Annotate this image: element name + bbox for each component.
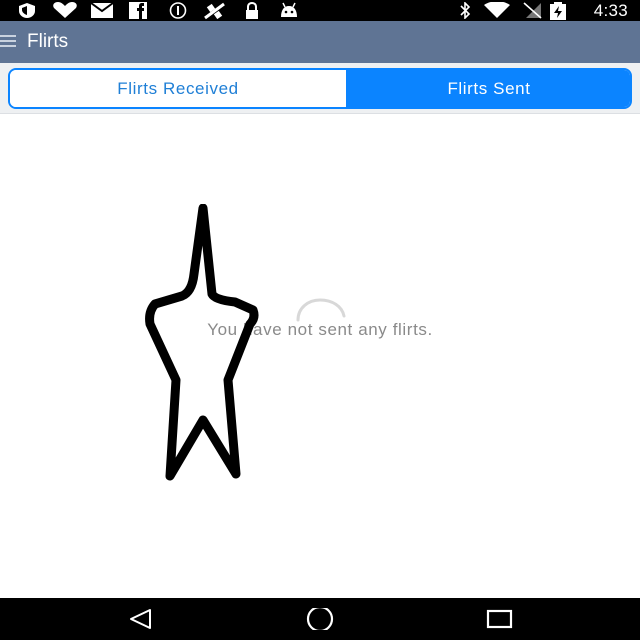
tab-strip: Flirts Received Flirts Sent — [0, 63, 640, 114]
navigation-bar — [0, 598, 640, 640]
tab-flirts-received[interactable]: Flirts Received — [10, 70, 346, 107]
page-title: Flirts — [27, 31, 69, 52]
back-icon[interactable] — [128, 608, 154, 630]
mail-icon — [90, 2, 114, 18]
recents-icon[interactable] — [486, 608, 514, 630]
status-bar: 4:33 — [0, 0, 640, 21]
hamburger-icon[interactable] — [0, 35, 16, 49]
app-bar: Flirts — [0, 21, 640, 63]
empty-state-message: You have not sent any flirts. — [0, 320, 640, 340]
wifi-icon — [484, 2, 510, 18]
shield-icon — [19, 3, 35, 18]
segmented-control: Flirts Received Flirts Sent — [8, 68, 632, 109]
facebook-icon — [129, 2, 147, 19]
heart-icon — [53, 2, 77, 18]
bluetooth-icon — [460, 2, 471, 19]
home-icon[interactable] — [305, 608, 335, 630]
satellite-icon — [204, 2, 225, 20]
flirts-list-area: You have not sent any flirts. — [0, 114, 640, 598]
clock: 4:33 — [593, 1, 628, 20]
no-signal-icon — [523, 2, 542, 19]
battery-charging-icon — [550, 2, 566, 20]
tab-flirts-sent[interactable]: Flirts Sent — [346, 70, 630, 107]
arrow-drawing — [145, 204, 259, 481]
info-icon — [169, 2, 187, 19]
lock-icon — [246, 2, 258, 19]
android-icon — [281, 2, 297, 17]
